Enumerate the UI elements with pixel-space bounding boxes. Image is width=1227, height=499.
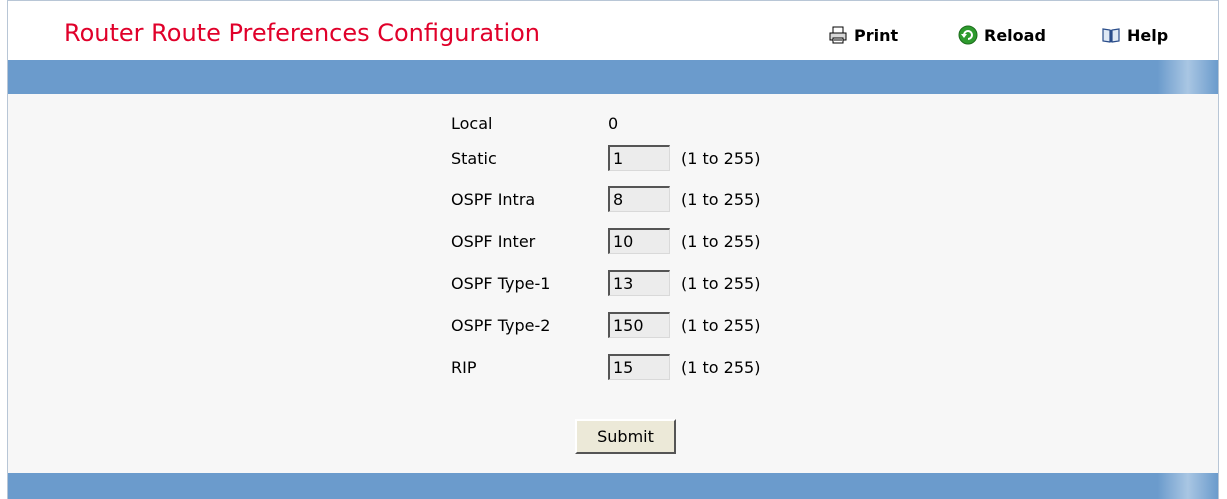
reload-icon <box>958 25 978 45</box>
local-label: Local <box>451 113 493 133</box>
print-link[interactable]: Print <box>828 23 898 47</box>
top-bar <box>8 60 1218 94</box>
reload-label: Reload <box>984 25 1046 45</box>
book-icon <box>1101 25 1121 45</box>
ospf-intra-label: OSPF Intra <box>451 189 536 209</box>
ospf-type2-label: OSPF Type-2 <box>451 315 551 335</box>
print-label: Print <box>854 25 899 45</box>
ospf-type2-input[interactable] <box>608 312 670 338</box>
ospf-intra-row: OSPF Intra (1 to 255) <box>451 185 760 213</box>
ospf-inter-range: (1 to 255) <box>681 231 761 251</box>
page-title: Router Route Preferences Configuration <box>64 19 541 47</box>
ospf-type1-label: OSPF Type-1 <box>451 273 551 293</box>
static-label: Static <box>451 148 497 168</box>
ospf-inter-label: OSPF Inter <box>451 231 536 251</box>
rip-label: RIP <box>451 357 477 377</box>
help-label: Help <box>1127 25 1169 45</box>
ospf-inter-row: OSPF Inter (1 to 255) <box>451 227 760 255</box>
page-header: Router Route Preferences Configuration P… <box>8 0 1218 60</box>
local-row: Local 0 <box>451 109 618 137</box>
static-row: Static (1 to 255) <box>451 144 760 172</box>
submit-button[interactable]: Submit <box>575 419 676 454</box>
ospf-intra-range: (1 to 255) <box>681 189 761 209</box>
ospf-type2-range: (1 to 255) <box>681 315 761 335</box>
reload-link[interactable]: Reload <box>958 23 1046 47</box>
printer-icon <box>828 25 848 45</box>
static-range: (1 to 255) <box>681 148 761 168</box>
ospf-type1-input[interactable] <box>608 270 670 296</box>
rip-range: (1 to 255) <box>681 357 761 377</box>
help-link[interactable]: Help <box>1101 23 1168 47</box>
rip-row: RIP (1 to 255) <box>451 353 760 381</box>
ospf-type1-range: (1 to 255) <box>681 273 761 293</box>
ospf-type2-row: OSPF Type-2 (1 to 255) <box>451 311 760 339</box>
bottom-bar <box>8 473 1218 499</box>
page-frame: Router Route Preferences Configuration P… <box>7 0 1219 499</box>
ospf-type1-row: OSPF Type-1 (1 to 255) <box>451 269 760 297</box>
ospf-intra-input[interactable] <box>608 186 670 212</box>
rip-input[interactable] <box>608 354 670 380</box>
local-value: 0 <box>608 113 619 133</box>
static-input[interactable] <box>608 145 670 171</box>
ospf-inter-input[interactable] <box>608 228 670 254</box>
